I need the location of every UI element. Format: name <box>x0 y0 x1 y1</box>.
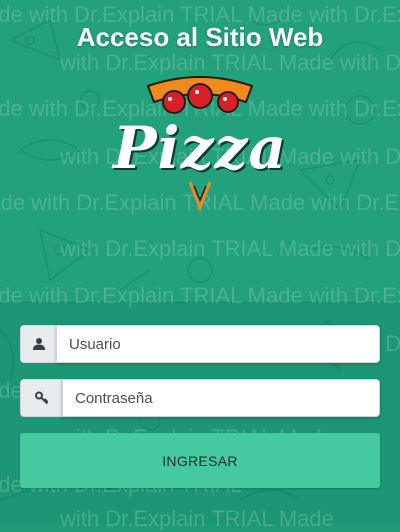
password-placeholder: Contraseña <box>75 389 153 407</box>
section-divider <box>0 302 400 303</box>
logo-wordmark: Pizza <box>112 114 288 182</box>
password-input[interactable]: Contraseña <box>62 379 380 417</box>
user-icon <box>20 325 56 363</box>
key-icon <box>20 379 62 417</box>
page-title: Acceso al Sitio Web <box>76 22 324 52</box>
password-field: Contraseña <box>20 379 380 417</box>
username-placeholder: Usuario <box>69 335 121 353</box>
pizza-logo-icon: Pizza <box>112 74 288 220</box>
login-button[interactable]: INGRESAR <box>20 433 380 488</box>
username-input[interactable]: Usuario <box>56 325 380 363</box>
username-field: Usuario <box>20 325 380 363</box>
